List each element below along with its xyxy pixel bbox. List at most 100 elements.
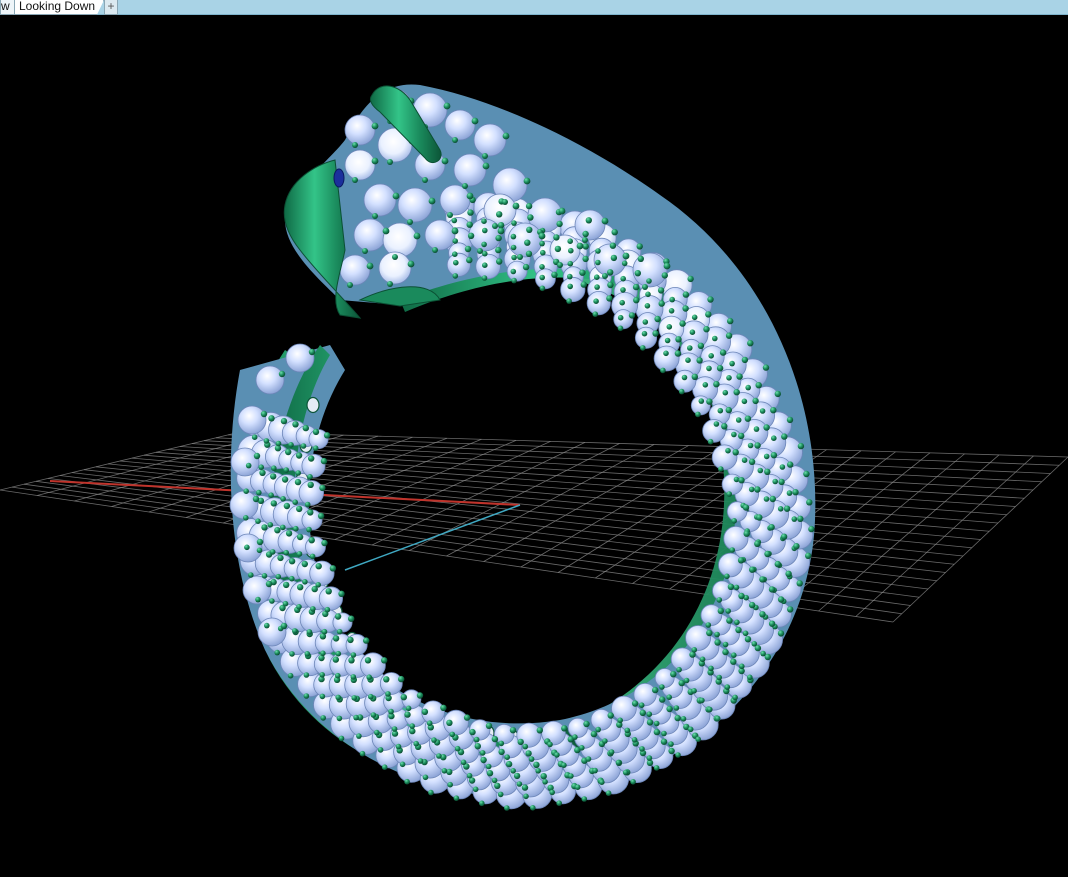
pave-stone: [590, 708, 613, 731]
metal-bead: [687, 345, 693, 351]
metal-bead: [432, 247, 438, 253]
metal-bead: [451, 217, 458, 224]
metal-bead: [364, 657, 372, 664]
metal-bead: [763, 424, 770, 431]
pave-stone: [446, 252, 471, 277]
metal-bead: [567, 238, 573, 244]
metal-bead: [381, 657, 388, 664]
metal-bead: [763, 453, 770, 460]
metal-bead: [481, 275, 488, 281]
metal-bead: [764, 468, 771, 475]
metal-bead: [289, 651, 295, 657]
metal-bead: [253, 452, 261, 460]
metal-bead: [409, 723, 416, 729]
metal-bead: [747, 442, 754, 449]
metal-bead: [329, 565, 337, 572]
metal-bead: [481, 241, 487, 248]
metal-bead: [631, 737, 638, 743]
metal-bead: [509, 727, 517, 734]
metal-bead: [768, 620, 776, 627]
metal-bead: [605, 790, 612, 796]
metal-bead: [504, 805, 510, 811]
metal-bead: [385, 691, 391, 697]
metal-bead: [404, 778, 410, 785]
metal-bead: [256, 538, 264, 546]
metal-bead: [572, 734, 578, 740]
plus-icon: +: [107, 0, 115, 13]
metal-bead: [363, 637, 370, 644]
metal-bead: [726, 491, 732, 497]
metal-bead: [265, 580, 273, 588]
metal-bead: [295, 470, 302, 476]
metal-bead: [808, 525, 815, 533]
metal-bead: [348, 615, 355, 622]
pave-stone: [397, 187, 433, 223]
metal-bead: [725, 608, 731, 614]
metal-bead: [547, 741, 553, 748]
metal-bead: [557, 262, 563, 268]
metal-bead: [303, 693, 310, 699]
metal-bead: [243, 515, 249, 521]
pave-stone: [673, 369, 697, 393]
metal-bead: [270, 473, 277, 480]
metal-bead: [359, 750, 366, 757]
metal-bead: [729, 547, 735, 553]
metal-bead: [707, 438, 714, 445]
metal-bead: [426, 720, 433, 726]
metal-bead: [467, 232, 475, 239]
metal-bead: [551, 271, 558, 278]
metal-bead: [772, 478, 778, 485]
metal-bead: [695, 736, 701, 742]
metal-bead: [646, 755, 653, 761]
tab-looking-down[interactable]: Looking Down: [14, 0, 105, 15]
metal-bead: [407, 260, 415, 268]
metal-bead: [278, 370, 286, 378]
metal-bead: [319, 693, 326, 700]
metal-bead: [516, 781, 523, 787]
metal-bead: [383, 676, 390, 683]
ring-model[interactable]: [229, 84, 816, 811]
metal-bead: [271, 465, 277, 472]
tab-view-partial[interactable]: w: [0, 0, 15, 15]
metal-bead: [392, 254, 398, 260]
metal-bead: [735, 417, 742, 423]
pave-stone: [721, 473, 743, 495]
metal-bead: [666, 694, 672, 700]
metal-bead: [525, 750, 532, 757]
metal-bead: [282, 600, 289, 607]
metal-bead: [713, 381, 720, 388]
metal-bead: [496, 211, 503, 218]
ground-grid: [0, 431, 1068, 623]
metal-bead: [727, 317, 734, 325]
metal-bead: [283, 467, 290, 473]
metal-bead: [296, 604, 302, 610]
viewport-canvas[interactable]: [0, 15, 1068, 877]
metal-bead: [309, 553, 316, 560]
add-tab-button[interactable]: +: [104, 0, 119, 15]
metal-bead: [428, 197, 436, 205]
pave-stone: [339, 254, 371, 286]
metal-bead: [320, 715, 327, 721]
metal-bead: [421, 708, 429, 715]
3d-viewport[interactable]: [0, 15, 1068, 877]
metal-bead: [539, 285, 546, 292]
metal-bead: [754, 442, 761, 449]
metal-bead: [732, 694, 738, 701]
metal-bead: [464, 245, 472, 253]
metal-bead: [769, 495, 776, 503]
metal-bead: [301, 560, 308, 568]
metal-bead: [463, 714, 471, 721]
metal-bead: [486, 770, 494, 777]
metal-bead: [263, 438, 270, 444]
metal-bead: [752, 397, 759, 405]
metal-bead: [332, 635, 340, 642]
metal-bead: [747, 340, 754, 347]
metal-bead: [742, 504, 750, 511]
metal-bead: [621, 260, 628, 267]
metal-bead: [352, 142, 358, 148]
metal-bead: [480, 756, 487, 764]
metal-bead: [335, 694, 342, 701]
metal-bead: [280, 496, 286, 502]
metal-bead: [492, 223, 498, 229]
pave-stone: [229, 490, 259, 520]
